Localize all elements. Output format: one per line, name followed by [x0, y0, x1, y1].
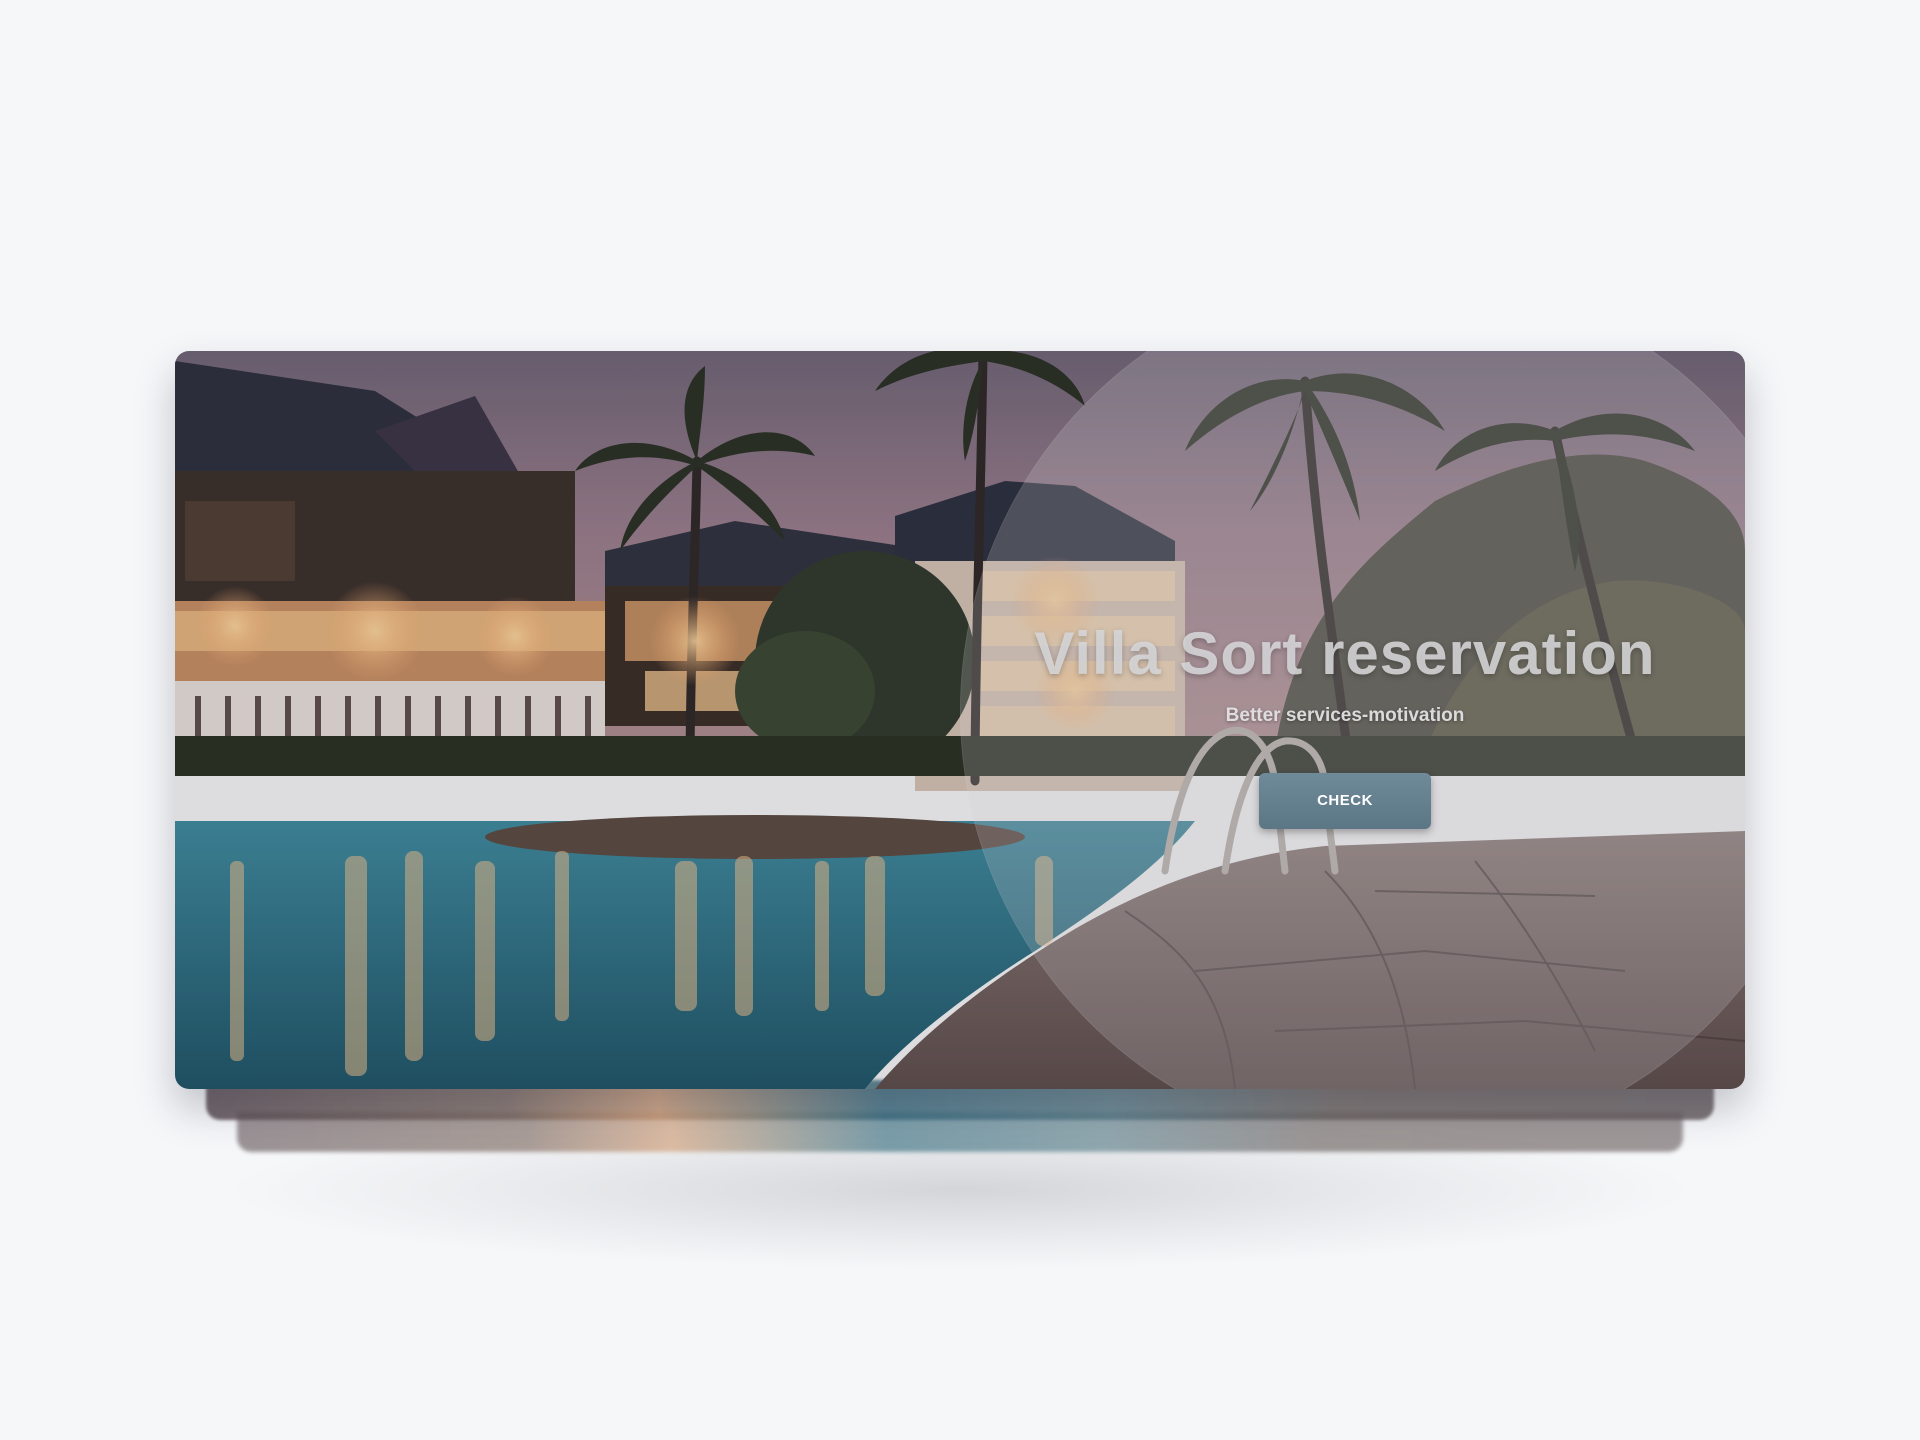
check-button[interactable]: CHECK: [1259, 773, 1431, 829]
hero-content: Villa Sort reservation Better services-m…: [975, 621, 1715, 829]
page: Villa Sort reservation Better services-m…: [0, 0, 1920, 1440]
hero-card: Villa Sort reservation Better services-m…: [175, 351, 1745, 1089]
hero-title: Villa Sort reservation: [1034, 620, 1656, 687]
hero-subtitle: Better services-motivation: [1225, 705, 1465, 726]
